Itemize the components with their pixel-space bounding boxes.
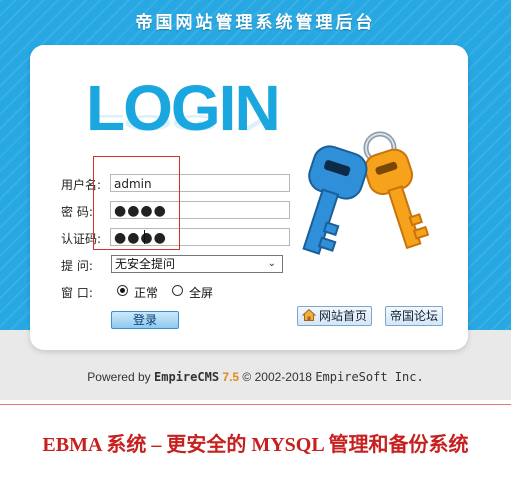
window-label: 窗 口: <box>61 286 93 300</box>
forum-link-button[interactable]: 帝国论坛 <box>385 306 444 326</box>
home-link-button[interactable]: 网站首页 <box>297 306 373 326</box>
ebma-banner: EBMA 系统 – 更安全的 MYSQL 管理和备份系统 <box>42 434 469 456</box>
page-title: 帝国网站管理系统管理后台 <box>135 13 376 33</box>
question-label: 提 问: <box>61 259 93 273</box>
highlight-box <box>93 156 180 250</box>
window-fullscreen-radio[interactable] <box>172 285 183 296</box>
footer-brand: EmpireCMS <box>154 370 220 384</box>
home-link-label: 网站首页 <box>319 309 368 323</box>
footer-prefix: Powered by <box>87 370 151 384</box>
chevron-down-icon: ⌄ <box>267 258 276 269</box>
footer-owner: EmpireSoft Inc. <box>315 370 424 384</box>
login-logo-reflection: LOGIN <box>86 110 279 136</box>
password-label: 密 码: <box>61 205 93 219</box>
window-normal-radio[interactable] <box>117 285 128 296</box>
footer-version: 7.5 <box>222 370 240 384</box>
window-fullscreen-label: 全屏 <box>189 286 214 300</box>
security-question-value: 无安全提问 <box>115 257 176 271</box>
divider <box>0 404 511 405</box>
keys-icon <box>302 131 430 255</box>
footer-copyright: © 2002-2018 <box>242 370 312 384</box>
home-icon <box>302 308 316 321</box>
security-question-select[interactable]: 无安全提问 ⌄ <box>111 255 283 273</box>
login-button[interactable]: 登录 <box>111 311 179 329</box>
window-normal-label: 正常 <box>134 286 159 300</box>
footer-credits: Powered by EmpireCMS 7.5 © 2002-2018 Emp… <box>0 370 511 384</box>
